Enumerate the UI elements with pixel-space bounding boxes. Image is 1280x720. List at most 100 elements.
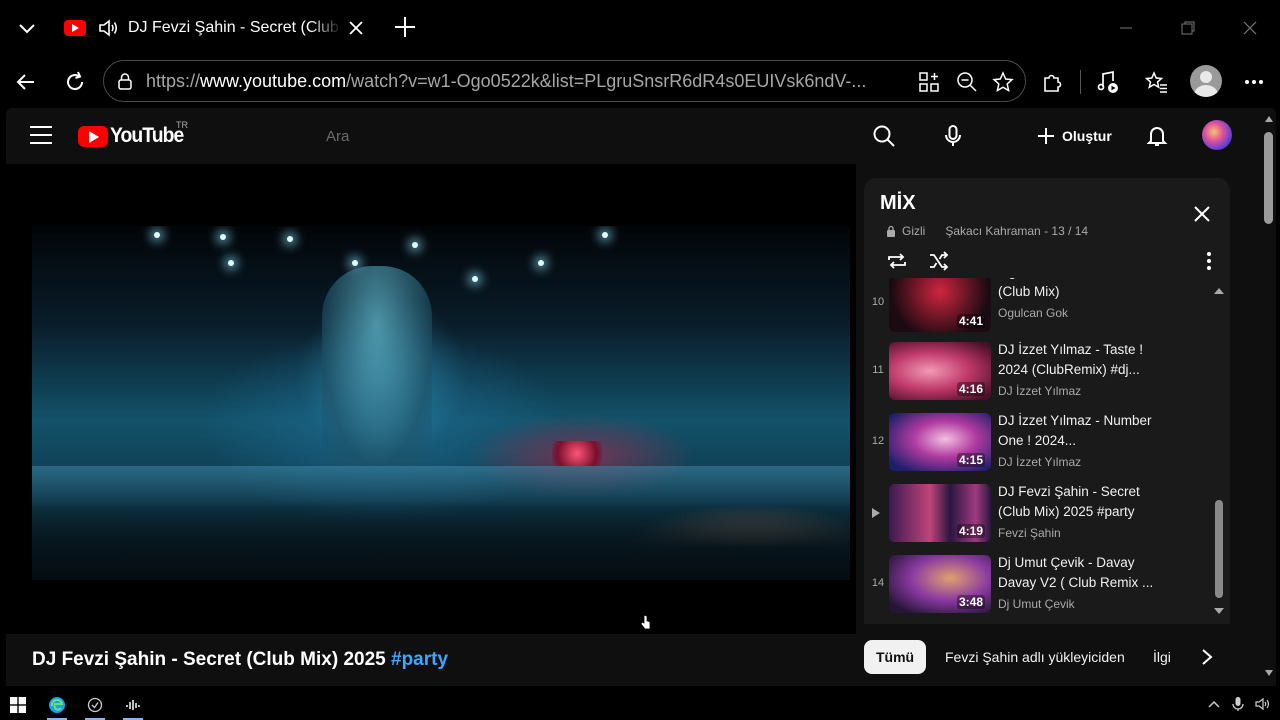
url-host: www.youtube.com bbox=[200, 71, 347, 91]
playlist-item-channel: Dj Umut Çevik bbox=[998, 597, 1075, 611]
speaker-icon[interactable] bbox=[96, 16, 120, 40]
refresh-icon bbox=[67, 71, 84, 91]
url-text[interactable]: https://www.youtube.com/watch?v=w1-Ogo05… bbox=[146, 71, 906, 92]
playlist-scroll-up-arrow[interactable] bbox=[1214, 288, 1224, 294]
playlist-scrollbar-thumb[interactable] bbox=[1215, 500, 1223, 598]
playlist-item-thumbnail[interactable]: 4:41 bbox=[889, 278, 991, 332]
shuffle-icon bbox=[930, 251, 949, 271]
playlist-item-thumbnail[interactable]: 4:16 bbox=[889, 342, 991, 400]
playlist-item[interactable]: 14 3:48 Dj Umut Çevik - Davay Davay V2 (… bbox=[864, 555, 1216, 618]
playlist-item-title[interactable]: DJ İzzet Yılmaz - Taste ! 2024 (ClubRemi… bbox=[998, 340, 1168, 380]
chip-from-uploader[interactable]: Fevzi Şahin adlı yükleyiciden bbox=[933, 640, 1137, 674]
refresh-button[interactable] bbox=[59, 66, 91, 98]
playlist-item-title[interactable]: Dj Umut Çevik - Davay Davay V2 ( Club Re… bbox=[998, 553, 1168, 593]
browser-tab-bar: DJ Fevzi Şahin - Secret (Club Mix) bbox=[0, 0, 1280, 56]
youtube-page: YouTube TR Ara Oluştur DJ Fevzi Şahin - … bbox=[6, 108, 1276, 686]
favorites-button[interactable] bbox=[1141, 66, 1173, 98]
create-button[interactable]: Oluştur bbox=[1036, 122, 1112, 150]
notifications-button[interactable] bbox=[1143, 122, 1171, 150]
loop-button[interactable] bbox=[884, 248, 910, 274]
playlist-item-thumbnail[interactable]: 4:15 bbox=[889, 413, 991, 471]
chevron-down-icon bbox=[19, 24, 35, 34]
taskbar-audio-app[interactable] bbox=[119, 692, 147, 720]
video-frame bbox=[32, 226, 850, 580]
extensions-button[interactable] bbox=[1037, 66, 1069, 98]
shuffle-button[interactable] bbox=[926, 248, 952, 274]
chip-all[interactable]: Tümü bbox=[864, 640, 927, 674]
app-available-button[interactable] bbox=[916, 69, 942, 95]
playlist-item[interactable]: 12 4:15 DJ İzzet Yılmaz - Number One ! 2… bbox=[864, 413, 1216, 477]
duration-badge: 4:16 bbox=[956, 382, 985, 396]
playlist-owner-progress[interactable]: Şakacı Kahraman - 13 / 14 bbox=[945, 224, 1088, 238]
duration-badge: 4:19 bbox=[956, 524, 985, 538]
playlist-items: 10 4:41 Ogulcan Gok - ClubStar (Club Mix… bbox=[864, 278, 1216, 618]
back-button[interactable] bbox=[10, 66, 42, 98]
playlist-item-title[interactable]: DJ Fevzi Şahin - Secret (Club Mix) 2025 … bbox=[998, 482, 1168, 522]
chevron-up-icon[interactable] bbox=[1206, 696, 1222, 712]
close-icon[interactable] bbox=[1192, 204, 1212, 224]
scroll-down-arrow[interactable] bbox=[1265, 670, 1273, 676]
playlist-item-thumbnail[interactable]: 4:19 bbox=[889, 484, 991, 542]
menu-icon[interactable] bbox=[30, 126, 52, 146]
video-hashtag-link[interactable]: #party bbox=[391, 649, 448, 670]
playlist-item-thumbnail[interactable]: 3:48 bbox=[889, 555, 991, 613]
search-icon bbox=[873, 125, 895, 147]
youtube-header: YouTube TR Ara Oluştur bbox=[6, 108, 1260, 164]
minimize-icon bbox=[1120, 27, 1132, 29]
page-scrollbar[interactable] bbox=[1262, 108, 1276, 686]
playlist-item-title[interactable]: DJ İzzet Yılmaz - Number One ! 2024... bbox=[998, 411, 1168, 451]
scrollbar-thumb[interactable] bbox=[1264, 132, 1273, 224]
playlist-more-button[interactable] bbox=[1196, 248, 1222, 274]
new-tab-plus-icon[interactable] bbox=[392, 14, 418, 40]
playlist-scroll-down-arrow[interactable] bbox=[1214, 608, 1224, 614]
playlist-item[interactable]: 11 4:16 DJ İzzet Yılmaz - Taste ! 2024 (… bbox=[864, 342, 1216, 406]
playlist-title[interactable]: MİX bbox=[880, 192, 916, 215]
microphone-icon[interactable] bbox=[1230, 696, 1246, 712]
volume-icon[interactable] bbox=[1254, 696, 1270, 712]
account-avatar[interactable] bbox=[1202, 120, 1232, 150]
profile-avatar[interactable] bbox=[1190, 65, 1222, 97]
puzzle-icon bbox=[1044, 74, 1062, 92]
youtube-logo[interactable]: YouTube bbox=[78, 124, 190, 148]
restore-icon bbox=[1181, 21, 1195, 35]
create-label: Oluştur bbox=[1062, 128, 1112, 144]
taskbar-app[interactable] bbox=[81, 692, 109, 720]
media-control-button[interactable] bbox=[1092, 66, 1124, 98]
close-icon[interactable] bbox=[346, 18, 366, 38]
browser-tab-active[interactable]: DJ Fevzi Şahin - Secret (Club Mix) bbox=[54, 8, 376, 48]
taskbar-edge[interactable] bbox=[43, 692, 71, 720]
lock-icon[interactable] bbox=[116, 72, 134, 90]
favorites-star-list-icon bbox=[1145, 71, 1167, 93]
close-window-button[interactable] bbox=[1236, 14, 1264, 42]
playlist-item-title[interactable]: Ogulcan Gok - ClubStar (Club Mix) bbox=[998, 278, 1168, 302]
search-button[interactable] bbox=[870, 122, 898, 150]
tab-actions-menu-button[interactable] bbox=[10, 12, 44, 44]
bell-icon bbox=[1146, 127, 1168, 146]
playlist-item-index: 11 bbox=[872, 364, 884, 376]
playlist-item-current[interactable]: 4:19 DJ Fevzi Şahin - Secret (Club Mix) … bbox=[864, 484, 1216, 548]
playlist-panel: MİX Gizli Şakacı Kahraman - 13 / 14 10 4… bbox=[864, 178, 1230, 624]
video-player[interactable] bbox=[6, 164, 856, 634]
chip-related[interactable]: İlgi bbox=[1141, 640, 1189, 674]
mouse-cursor-icon bbox=[640, 614, 651, 630]
zoom-button[interactable] bbox=[954, 69, 980, 95]
playlist-item[interactable]: 10 4:41 Ogulcan Gok - ClubStar (Club Mix… bbox=[864, 278, 1216, 338]
youtube-play-icon bbox=[78, 125, 108, 147]
star-icon bbox=[992, 71, 1014, 93]
minimize-button[interactable] bbox=[1112, 14, 1140, 42]
scroll-up-arrow[interactable] bbox=[1265, 116, 1273, 122]
settings-more-button[interactable] bbox=[1238, 66, 1270, 98]
restore-button[interactable] bbox=[1174, 14, 1202, 42]
favorite-button[interactable] bbox=[990, 69, 1016, 95]
start-button[interactable] bbox=[4, 692, 32, 718]
voice-search-button[interactable] bbox=[939, 122, 967, 150]
search-input[interactable]: Ara bbox=[326, 128, 349, 145]
music-note-icon bbox=[1097, 70, 1118, 93]
playlist-item-index: 10 bbox=[871, 296, 885, 308]
address-bar[interactable]: https://www.youtube.com/watch?v=w1-Ogo05… bbox=[103, 60, 1026, 102]
windows-taskbar bbox=[0, 688, 1280, 720]
lock-icon bbox=[887, 225, 895, 237]
video-title-text: DJ Fevzi Şahin - Secret (Club Mix) 2025 bbox=[32, 649, 386, 670]
chips-next-button[interactable] bbox=[1194, 644, 1220, 670]
chevron-right-icon bbox=[1202, 649, 1213, 665]
